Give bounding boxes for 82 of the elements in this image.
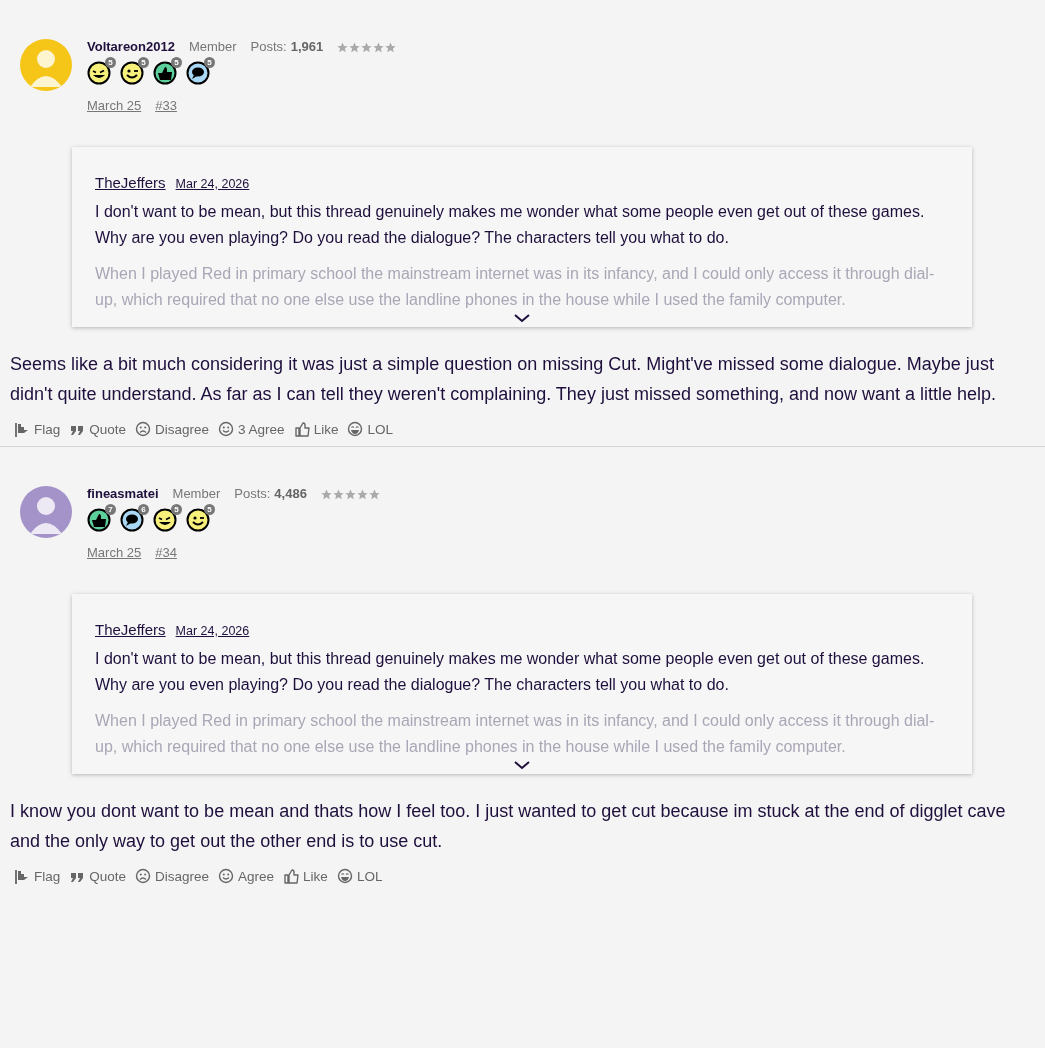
star-icon [385, 41, 397, 53]
smiley-icon [87, 61, 111, 85]
thumbs-up-icon [283, 868, 300, 885]
trophy-count: 5 [171, 504, 182, 515]
star-icon [373, 41, 385, 53]
quote-text-faded: When I played Red in primary school the mainstream internet was in its infancy, and I could only access it through dial-up, which required that no one else use the landline phones in the house while I used the family computer. [95, 264, 936, 310]
trophy-count: 5 [105, 57, 116, 68]
speech-bubble-icon [120, 508, 144, 532]
star-icon [320, 488, 332, 500]
star-icon [344, 488, 356, 500]
post-number-link[interactable]: #33 [155, 98, 177, 113]
smiley-icon [186, 508, 210, 532]
laughing-face-icon [347, 421, 364, 438]
action-link[interactable]: 3 Agree [218, 421, 285, 438]
post-text: Seems like a bit much considering it was just a simple question on missing Cut. Might've missed some dialogue. Maybe just didn't quite understand. As far as I can tell they weren't complaining. They just missed something, and now want a little help. [10, 353, 998, 406]
star-icon [332, 488, 344, 500]
trophy-count: 5 [138, 57, 149, 68]
expand-button[interactable] [513, 760, 531, 770]
quote-author-link[interactable]: TheJeffers [95, 174, 166, 191]
quote-date-link[interactable]: Mar 24, 2026 [175, 624, 250, 638]
trophy-badge[interactable]: 5 [120, 57, 149, 85]
star-icon [368, 488, 380, 500]
thumbs-up-icon [87, 508, 111, 532]
thumbs-up-icon [293, 421, 310, 438]
posts-count: 4,486 [274, 486, 307, 502]
action-link[interactable]: LOL [336, 868, 383, 885]
action-link[interactable]: Disagree [135, 868, 210, 885]
trophy-badge[interactable]: 5 [153, 57, 182, 85]
posts-count: 1,961 [290, 39, 324, 55]
smile-icon [218, 868, 235, 885]
trophy-count: 5 [204, 504, 215, 515]
action-link[interactable]: Agree [218, 868, 275, 885]
smile-icon [218, 421, 235, 438]
post-date-link[interactable]: March 25 [87, 98, 142, 113]
trophy-count: 5 [204, 57, 215, 68]
action-link[interactable]: Disagree [135, 421, 210, 438]
trophy-badge[interactable]: 5 [87, 57, 116, 85]
action-link[interactable]: LOL [347, 421, 393, 438]
user-role: Member [188, 39, 237, 55]
post-date-link[interactable]: March 25 [87, 545, 142, 560]
trophy-count: 7 [105, 504, 116, 515]
flag-icon [14, 421, 30, 438]
action-link[interactable]: Flag [14, 421, 61, 438]
posts-label: Posts: [234, 486, 271, 502]
expand-button[interactable] [513, 313, 531, 323]
action-link[interactable]: Quote [69, 421, 127, 438]
trophy-badge[interactable]: 5 [153, 504, 182, 532]
trophy-badge[interactable]: 7 [87, 504, 116, 532]
username-link[interactable]: fineasmatei [87, 486, 159, 502]
trophy-badge[interactable]: 5 [186, 57, 215, 85]
chevron-down-icon [513, 760, 531, 770]
frown-icon [135, 868, 152, 885]
star-icon [356, 488, 368, 500]
frown-icon [135, 421, 152, 438]
trophy-count: 6 [138, 504, 149, 515]
post-text: I know you dont want to be mean and thats how I feel too. I just wanted to get cut because im stuck at the end of digglet cave and the only way to get out the other end is to use cut. [10, 800, 1007, 853]
user-role: Member [172, 486, 221, 502]
speech-bubble-icon [186, 61, 210, 85]
posts-label: Posts: [250, 39, 287, 55]
action-link[interactable]: Like [283, 868, 328, 885]
quote-text: I don't want to be mean, but this thread genuinely makes me wonder what some people even get out of these games. Why are you even playing? Do you read the dialogue? The characters tell you what to do. [95, 202, 926, 248]
smiley-icon [153, 508, 177, 532]
action-link[interactable]: Like [293, 421, 339, 438]
smiley-icon [120, 61, 144, 85]
action-link[interactable]: Flag [14, 868, 61, 885]
star-icon [361, 41, 373, 53]
star-icon [349, 41, 361, 53]
trophy-count: 5 [171, 57, 182, 68]
chevron-down-icon [513, 313, 531, 323]
flag-icon [14, 868, 30, 885]
quote-text: I don't want to be mean, but this thread genuinely makes me wonder what some people even get out of these games. Why are you even playing? Do you read the dialogue? The characters tell you what to do. [95, 649, 926, 695]
quote-text-faded: When I played Red in primary school the mainstream internet was in its infancy, and I could only access it through dial-up, which required that no one else use the landline phones in the house while I used the family computer. [95, 711, 936, 757]
action-link[interactable]: Quote [69, 868, 127, 885]
star-icon [337, 41, 349, 53]
trophy-badge[interactable]: 5 [186, 504, 215, 532]
thumbs-up-icon [153, 61, 177, 85]
post-number-link[interactable]: #34 [155, 545, 177, 560]
trophy-badge[interactable]: 6 [120, 504, 149, 532]
quote-date-link[interactable]: Mar 24, 2026 [175, 177, 250, 191]
username-link[interactable]: Voltareon2012 [87, 39, 175, 55]
laughing-face-icon [336, 868, 353, 885]
quote-author-link[interactable]: TheJeffers [95, 621, 166, 638]
